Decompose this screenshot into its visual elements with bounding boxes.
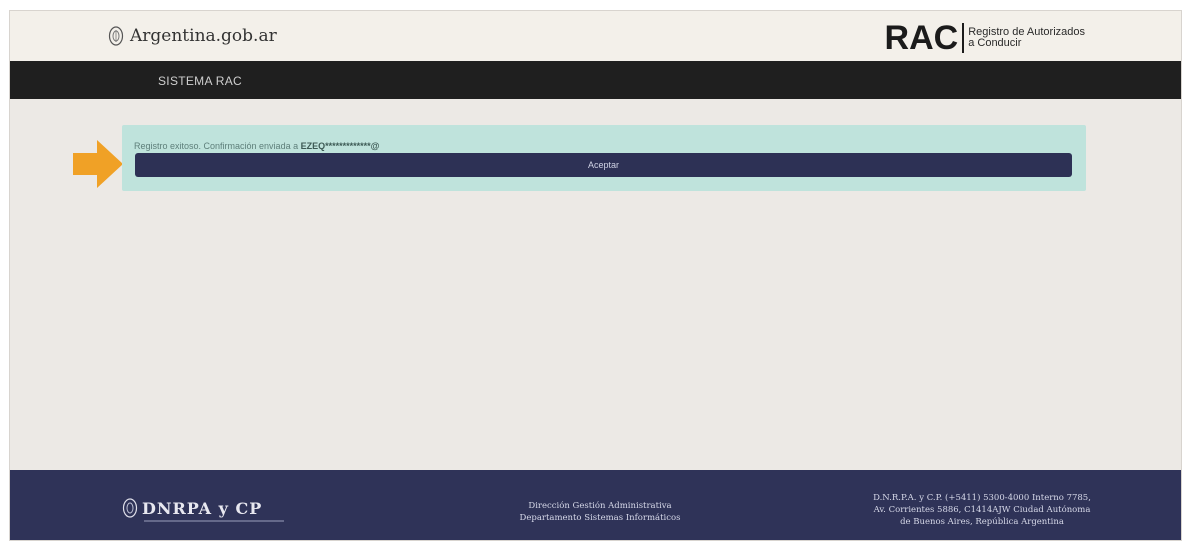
rac-divider	[962, 23, 965, 53]
argentina-gob-logo[interactable]: Argentina.gob.ar	[108, 25, 277, 47]
footer-center-line2: Departamento Sistemas Informáticos	[519, 513, 681, 523]
footer-right-line2: Av. Corrientes 5886, C1414AJW Ciudad Aut…	[873, 505, 1091, 515]
rac-logo: RAC Registro de Autorizados a Conducir	[885, 21, 1085, 55]
nav-title-sistema-rac[interactable]: SISTEMA RAC	[158, 74, 242, 88]
rac-subtitle: Registro de Autorizados a Conducir	[968, 27, 1085, 49]
footer-right-line3: de Buenos Aires, República Argentina	[900, 517, 1064, 527]
arrow-right-icon	[73, 140, 123, 188]
alert-message: Registro exitoso. Confirmación enviada a…	[134, 141, 379, 151]
dnrpa-seal-icon	[122, 498, 138, 518]
dnrpa-logo-text: DNRPA y CP	[142, 498, 263, 518]
footer-contact: D.N.R.P.A. y C.P. (+5411) 5300-4000 Inte…	[844, 492, 1120, 528]
alert-message-prefix: Registro exitoso. Confirmación enviada a	[134, 141, 301, 151]
argentina-seal-icon	[108, 26, 124, 46]
rac-subtitle-line2: a Conducir	[968, 37, 1022, 49]
accept-button[interactable]: Aceptar	[135, 153, 1072, 177]
success-alert: Registro exitoso. Confirmación enviada a…	[122, 125, 1086, 191]
footer-center-line1: Dirección Gestión Administrativa	[528, 501, 672, 511]
browser-page: Argentina.gob.ar RAC Registro de Autoriz…	[9, 10, 1182, 541]
dnrpa-logo: DNRPA y CP	[122, 497, 262, 519]
rac-abbr: RAC	[884, 19, 959, 57]
footer-department: Dirección Gestión Administrativa Departa…	[480, 500, 720, 524]
argentina-gob-text: Argentina.gob.ar	[130, 26, 277, 46]
dnrpa-tagline	[144, 520, 284, 522]
masked-email: EZEQ*************@	[300, 141, 380, 151]
top-header: Argentina.gob.ar RAC Registro de Autoriz…	[10, 11, 1181, 61]
navbar: SISTEMA RAC	[10, 61, 1181, 99]
footer: DNRPA y CP Dirección Gestión Administrat…	[10, 470, 1181, 540]
footer-right-line1: D.N.R.P.A. y C.P. (+5411) 5300-4000 Inte…	[873, 493, 1091, 503]
